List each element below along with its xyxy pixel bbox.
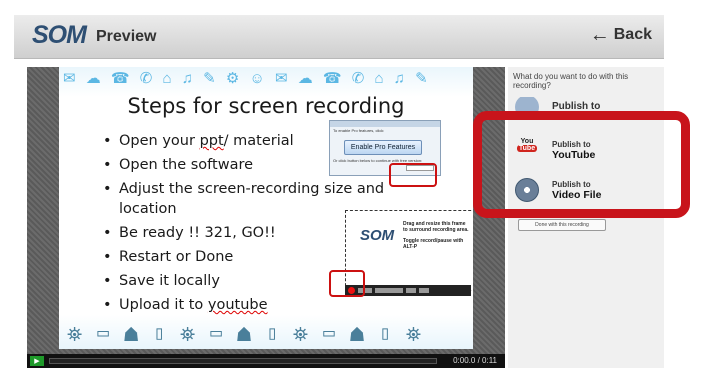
- app-header: SOM Preview ← Back: [14, 15, 664, 59]
- toolbar-segment: [375, 288, 403, 293]
- slide-frame: ✉ ☁ ☎ ✆ ⌂ ♫ ✎ ⚙ ☺ ✉ ☁ ☎ ✆ ⌂ ♫ ✎ Steps fo…: [59, 67, 473, 349]
- back-label: Back: [613, 26, 652, 43]
- back-arrow-icon: ←: [589, 24, 610, 46]
- enable-pro-button: Enable Pro Features: [344, 140, 422, 155]
- slide-top-decoration: ✉ ☁ ☎ ✆ ⌂ ♫ ✎ ⚙ ☺ ✉ ☁ ☎ ✆ ⌂ ♫ ✎: [59, 67, 473, 97]
- recording-frame-hint: SOM Drag and resize this frame to surrou…: [359, 221, 469, 261]
- social-icons-banner-icon: ✉ ☁ ☎ ✆ ⌂ ♫ ✎ ⚙ ☺ ✉ ☁ ☎ ✆ ⌂ ♫ ✎: [63, 70, 431, 87]
- page-title: Preview: [96, 28, 157, 45]
- seek-bar[interactable]: [49, 358, 437, 364]
- annotation-box-record: [329, 270, 365, 297]
- done-button[interactable]: Done with this recording: [518, 219, 606, 231]
- back-button[interactable]: ← Back: [589, 24, 652, 46]
- toolbar-segment: [406, 288, 416, 293]
- som-logo: SOM: [32, 21, 87, 49]
- time-readout: 0:00.0 / 0:11: [453, 356, 497, 365]
- player-controls: ▶ 0:00.0 / 0:11: [27, 354, 505, 368]
- slide-bottom-decoration: ⛯ ▭ ☗ ▯ ⛯ ▭ ☗ ▯ ⛯ ▭ ☗ ▯ ⛯: [59, 315, 473, 349]
- slide-title: Steps for screen recording: [127, 94, 405, 118]
- pro-caption: To enable Pro features, click:: [333, 128, 385, 133]
- panel-question: What do you want to do with this recordi…: [513, 72, 629, 90]
- play-button[interactable]: ▶: [30, 356, 44, 366]
- toolbar-segment: [419, 288, 429, 293]
- annotation-highlight: [473, 111, 690, 218]
- annotation-box-free: [389, 163, 437, 187]
- devices-banner-icon: ⛯ ▭ ☗ ▯ ⛯ ▭ ☗ ▯ ⛯ ▭ ☗ ▯ ⛯: [67, 325, 426, 346]
- frame-som-logo: SOM: [360, 227, 395, 244]
- video-preview: ✉ ☁ ☎ ✆ ⌂ ♫ ✎ ⚙ ☺ ✉ ☁ ☎ ✆ ⌂ ♫ ✎ Steps fo…: [27, 67, 505, 354]
- frame-drag-text: Drag and resize this frame to surround r…: [403, 221, 469, 250]
